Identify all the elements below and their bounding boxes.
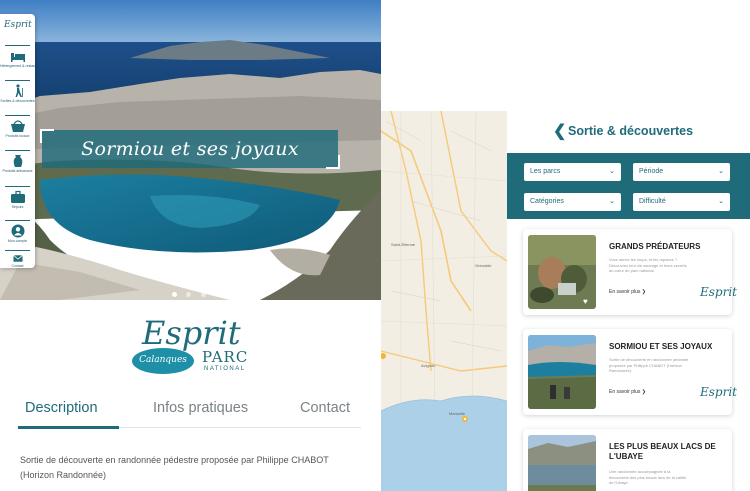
list-header: ❮ Sortie & découvertes: [507, 111, 750, 153]
card-thumbnail: [528, 435, 596, 491]
chevron-right-icon: ❯: [641, 289, 646, 295]
list-panel: ❮ Sortie & découvertes Les parcs ⌄ Périod…: [507, 111, 750, 491]
list-title: Sortie & découvertes: [568, 124, 694, 138]
card-title: LES PLUS BEAUX LACS DE L'UBAYE: [609, 442, 716, 461]
filter-periode-select[interactable]: Période ⌄: [633, 163, 730, 181]
sidebar-item-label: Produits locaux: [5, 134, 30, 138]
sidebar-item-hebergement[interactable]: Hébergement & restauration: [0, 49, 35, 79]
lakes-photo: [528, 435, 596, 491]
filter-parcs-select[interactable]: Les parcs ⌄: [524, 163, 621, 181]
card-title: SORMIOU ET SES JOYAUX: [609, 342, 713, 351]
sidebar-item-label: Sorties & découvertes: [0, 99, 35, 103]
carousel-dot[interactable]: [200, 292, 206, 297]
heart-icon[interactable]: ♥: [583, 297, 588, 306]
frame-corner: [40, 129, 54, 143]
sidebar-item-label: Contact: [11, 264, 24, 268]
vase-icon: [13, 155, 22, 167]
sidebar-item-label: Produits artisanaux: [2, 169, 33, 173]
card-thumbnail: [528, 335, 596, 409]
sidebar-item-sejours[interactable]: Séjours: [0, 190, 35, 220]
divider: [5, 150, 30, 151]
card-description: Une randonnée accompagnée à la découvert…: [609, 469, 687, 485]
chevron-down-icon: ⌄: [609, 198, 615, 205]
logo-parc-text: PARC: [202, 348, 249, 366]
tab-description[interactable]: Description: [25, 400, 98, 416]
chevron-left-icon[interactable]: ❮: [553, 121, 566, 141]
carousel-dot[interactable]: [172, 292, 177, 297]
chevron-right-icon: ❯: [641, 389, 646, 395]
map-label: Saint-Étienne: [391, 242, 416, 247]
map-label: Marseille: [449, 411, 466, 416]
suitcase-icon: [10, 190, 25, 203]
hero-title-banner: Sormiou et ses joyaux: [42, 130, 338, 168]
card-description: Sortie de découverte en randonnée pédest…: [609, 357, 689, 373]
logo-esprit-text: Esprit: [142, 314, 241, 352]
divider: [5, 220, 30, 221]
filter-categories-select[interactable]: Catégories ⌄: [524, 193, 621, 211]
card-more-link[interactable]: En savoir plus ❯: [609, 289, 646, 295]
bed-icon: [10, 53, 25, 62]
chevron-down-icon: ⌄: [609, 168, 615, 175]
sidebar-item-contact[interactable]: Contact: [0, 254, 35, 268]
esprit-logo: Esprit: [700, 285, 737, 299]
result-card[interactable]: SORMIOU ET SES JOYAUX Sortie de découver…: [523, 329, 737, 415]
logo-calanques-badge: Calanques: [132, 348, 194, 374]
sidebar-item-produits-locaux[interactable]: Produits locaux: [0, 119, 35, 149]
mail-icon: [12, 254, 23, 262]
result-card[interactable]: LES PLUS BEAUX LACS DE L'UBAYE Une rando…: [523, 429, 732, 491]
divider: [5, 45, 30, 46]
user-icon: [11, 224, 24, 238]
divider: [5, 250, 30, 251]
description-text: Sortie de découverte en randonnée pédest…: [20, 455, 329, 480]
carousel-dots: [172, 284, 211, 302]
card-title: GRANDS PRÉDATEURS: [609, 242, 701, 251]
detail-tabs: Description Infos pratiques Contact: [18, 398, 361, 429]
logo-national-text: NATIONAL: [204, 366, 246, 372]
result-card[interactable]: ♥ GRANDS PRÉDATEURS Vous aimez les loups…: [523, 229, 737, 315]
sidebar-item-produits-artisanaux[interactable]: Produits artisanaux: [0, 154, 35, 184]
filters-bar: Les parcs ⌄ Période ⌄ Catégories ⌄ Difficul…: [507, 153, 750, 219]
sidebar-item-sorties[interactable]: Sorties & découvertes: [0, 84, 35, 114]
card-more-link[interactable]: En savoir plus ❯: [609, 389, 646, 395]
divider: [5, 115, 30, 116]
frame-corner: [326, 155, 340, 169]
filter-difficulte-select[interactable]: Difficulté ⌄: [633, 193, 730, 211]
esprit-logo[interactable]: Esprit: [4, 20, 32, 38]
map-tiles: [381, 111, 507, 491]
sormiou-photo: [528, 335, 596, 409]
sidebar-item-label: Hébergement & restauration: [0, 64, 35, 68]
map-label: Avignon: [421, 363, 436, 368]
chevron-down-icon: ⌄: [718, 198, 724, 205]
divider: [5, 80, 30, 81]
map-label: Grenoble: [475, 263, 492, 268]
active-tab-indicator: [18, 426, 119, 429]
tab-infos-pratiques[interactable]: Infos pratiques: [153, 400, 248, 416]
card-description: Vous aimez les loups, et les rapaces ? D…: [609, 257, 687, 273]
hiker-icon: [15, 84, 23, 97]
chevron-down-icon: ⌄: [718, 168, 724, 175]
tab-contact[interactable]: Contact: [300, 400, 350, 416]
hero-title: Sormiou et ses joyaux: [81, 138, 299, 160]
basket-icon: [10, 120, 25, 132]
esprit-parc-national-logo: Esprit Calanques PARC NATIONAL: [128, 314, 258, 382]
sidebar-item-label: Séjours: [11, 205, 24, 209]
map-view[interactable]: Saint-Étienne Grenoble Avignon Marseille: [381, 111, 507, 491]
esprit-logo: Esprit: [700, 385, 737, 399]
left-navigation-bar: Esprit Hébergement & restauration Sortie…: [0, 14, 35, 268]
screenshot-collage: Esprit Hébergement & restauration Sortie…: [0, 0, 750, 491]
carousel-dot[interactable]: [186, 292, 192, 297]
sidebar-item-label: Mon compte: [7, 239, 28, 243]
divider: [5, 186, 30, 187]
